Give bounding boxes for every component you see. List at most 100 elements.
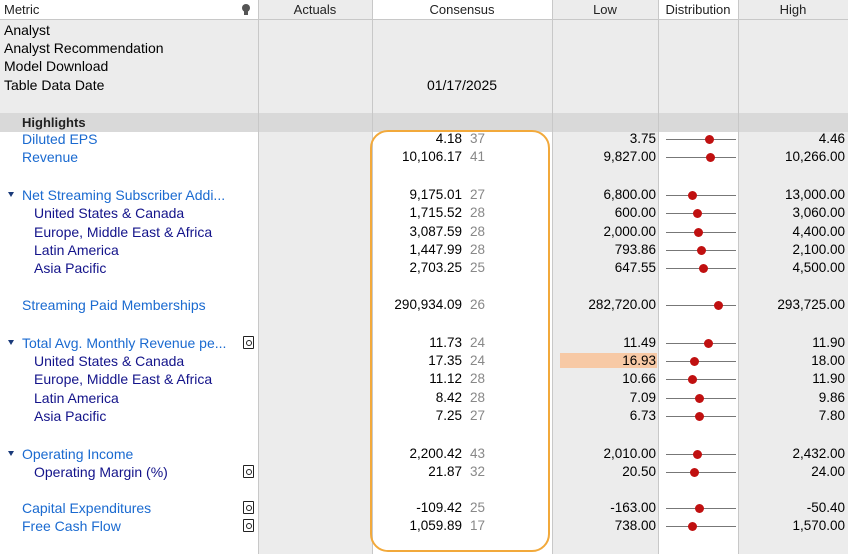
table-row[interactable]: Diluted EPS 4.18 37 3.75 4.46: [0, 131, 848, 149]
distribution-bar: [666, 450, 736, 459]
distribution-marker: [693, 209, 702, 218]
metric-name[interactable]: Europe, Middle East & Africa: [34, 224, 212, 240]
distribution-marker: [693, 450, 702, 459]
distribution-marker: [703, 339, 713, 348]
metric-name[interactable]: Free Cash Flow: [22, 518, 121, 534]
header-divider: [0, 19, 848, 20]
high-value: 4,400.00: [792, 224, 845, 239]
metric-name[interactable]: Latin America: [34, 390, 119, 406]
metric-name[interactable]: Europe, Middle East & Africa: [34, 371, 212, 387]
high-value: 293,725.00: [777, 297, 845, 312]
info-band: [0, 20, 848, 114]
metric-name[interactable]: Capital Expenditures: [22, 500, 151, 516]
estimate-count: 28: [470, 242, 486, 257]
consensus-value: 290,934.09: [394, 297, 462, 312]
distribution-bar: [666, 522, 736, 531]
table-row[interactable]: Europe, Middle East & Africa 11.12 28 10.66…: [0, 371, 848, 389]
low-value: 3.75: [629, 131, 656, 146]
distribution-bar: [666, 394, 736, 403]
header-high[interactable]: High: [738, 0, 848, 19]
low-value: 11.49: [623, 335, 656, 350]
table-data-date-value: 01/17/2025: [426, 77, 498, 93]
metric-name[interactable]: Operating Margin (%): [34, 464, 168, 480]
metric-name[interactable]: Revenue: [22, 149, 78, 165]
estimate-count: 43: [470, 446, 486, 461]
distribution-marker: [693, 228, 703, 237]
metric-name[interactable]: Net Streaming Subscriber Addi...: [22, 187, 225, 203]
header-consensus[interactable]: Consensus: [372, 0, 552, 19]
metric-name[interactable]: Asia Pacific: [34, 408, 106, 424]
table-row[interactable]: Operating Margin (%) 21.87 32 20.50 24.00: [0, 464, 848, 482]
high-value: 11.90: [812, 335, 845, 350]
distribution-bar: [666, 504, 736, 513]
metric-name[interactable]: Streaming Paid Memberships: [22, 297, 206, 313]
table-row[interactable]: Operating Income 2,200.42 43 2,010.00 2,432.…: [0, 446, 848, 464]
estimate-count: 27: [470, 187, 486, 202]
table-row[interactable]: Free Cash Flow 1,059.89 17 738.00 1,570.00: [0, 518, 848, 536]
table-row[interactable]: Asia Pacific 2,703.25 25 647.55 4,500.00: [0, 260, 848, 278]
table-row[interactable]: Asia Pacific 7.25 27 6.73 7.80: [0, 408, 848, 426]
info-label-model-download[interactable]: Model Download: [4, 58, 108, 74]
consensus-value: 10,106.17: [401, 149, 462, 164]
table-row[interactable]: United States & Canada 1,715.52 28 600.00 3,…: [0, 205, 848, 223]
distribution-bar: [666, 375, 736, 384]
section-highlights: Highlights: [22, 115, 86, 130]
table-row[interactable]: Europe, Middle East & Africa 3,087.59 28 2,…: [0, 224, 848, 242]
estimate-count: 28: [470, 224, 486, 239]
low-value: 600.00: [614, 205, 656, 220]
high-value: 2,432.00: [792, 446, 845, 461]
collapse-arrow-icon[interactable]: [8, 340, 14, 345]
document-icon[interactable]: [243, 336, 254, 349]
table-row[interactable]: Revenue 10,106.17 41 9,827.00 10,266.00: [0, 149, 848, 167]
consensus-value: 21.87: [428, 464, 462, 479]
distribution-marker: [688, 375, 698, 384]
header-actuals[interactable]: Actuals: [258, 0, 372, 19]
metric-name[interactable]: Asia Pacific: [34, 260, 106, 276]
consensus-value: 7.25: [435, 408, 462, 423]
table-row[interactable]: United States & Canada 17.35 24 16.93 18.00: [0, 353, 848, 371]
metric-name[interactable]: United States & Canada: [34, 205, 184, 221]
estimate-count: 25: [470, 260, 486, 275]
table-row[interactable]: Total Avg. Monthly Revenue pe... 11.73 24 1…: [0, 335, 848, 353]
document-icon[interactable]: [243, 465, 254, 478]
table-row[interactable]: Capital Expenditures -109.42 25 -163.00 -50.…: [0, 500, 848, 518]
low-value: 7.09: [629, 390, 656, 405]
consensus-value: 11.12: [429, 371, 462, 386]
consensus-value: 4.18: [435, 131, 462, 146]
high-value: 11.90: [812, 371, 845, 386]
header-low[interactable]: Low: [552, 0, 658, 19]
high-value: 24.00: [811, 464, 845, 479]
metric-name[interactable]: Latin America: [34, 242, 119, 258]
table-row[interactable]: Net Streaming Subscriber Addi... 9,175.01…: [0, 187, 848, 205]
header-metric[interactable]: Metric: [4, 0, 39, 19]
table-row[interactable]: Streaming Paid Memberships 290,934.09 26 28…: [0, 297, 848, 315]
distribution-bar: [666, 468, 736, 477]
collapse-arrow-icon[interactable]: [8, 451, 14, 456]
low-value: 647.55: [614, 260, 656, 275]
metric-name[interactable]: Operating Income: [22, 446, 133, 462]
estimate-count: 17: [470, 518, 486, 533]
metric-name[interactable]: Diluted EPS: [22, 131, 97, 147]
consensus-value: 17.35: [428, 353, 462, 368]
distribution-marker: [689, 357, 699, 366]
metric-name[interactable]: United States & Canada: [34, 353, 184, 369]
low-value: 9,827.00: [603, 149, 656, 164]
distribution-marker: [695, 412, 705, 421]
high-value: 10,266.00: [784, 149, 845, 164]
info-label-analyst-recommendation: Analyst Recommendation: [4, 40, 164, 56]
highlights-band: [0, 113, 848, 132]
distribution-marker: [696, 246, 706, 255]
document-icon[interactable]: [243, 519, 254, 532]
distribution-bar: [666, 191, 736, 200]
header-distribution[interactable]: Distribution: [658, 0, 738, 19]
high-value: 3,060.00: [792, 205, 845, 220]
distribution-bar: [666, 246, 736, 255]
table-row[interactable]: Latin America 1,447.99 28 793.86 2,100.00: [0, 242, 848, 260]
distribution-bar: [666, 339, 736, 348]
lightbulb-icon[interactable]: [242, 4, 250, 15]
metric-name[interactable]: Total Avg. Monthly Revenue pe...: [22, 335, 226, 351]
distribution-bar: [666, 357, 736, 366]
table-row[interactable]: Latin America 8.42 28 7.09 9.86: [0, 390, 848, 408]
collapse-arrow-icon[interactable]: [8, 192, 14, 197]
document-icon[interactable]: [243, 501, 254, 514]
